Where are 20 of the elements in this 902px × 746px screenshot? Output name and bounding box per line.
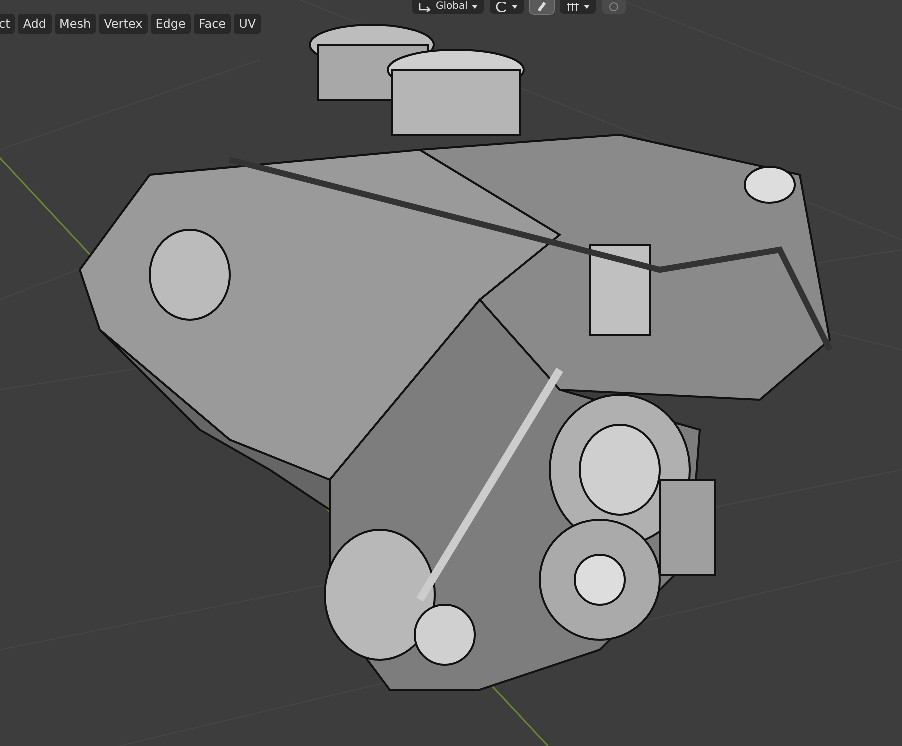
circle-icon [608,2,620,12]
caret-icon [472,5,478,9]
menu-button[interactable]: Mesh [54,14,96,34]
orientation-dropdown[interactable]: Global [412,0,484,14]
proportional-edit-toggle[interactable] [602,0,626,14]
menu-button[interactable]: UV [234,14,262,34]
grid-icon [566,2,580,12]
snap-target-dropdown[interactable] [560,0,596,14]
snap-toggle[interactable] [530,0,554,14]
transform-orientation-icon [418,2,432,12]
menu-button[interactable]: Face [194,14,232,34]
pivot-dropdown[interactable] [490,0,524,14]
caret-icon [512,5,518,9]
menu-button[interactable]: Vertex [99,14,148,34]
pivot-icon [496,2,508,12]
menu-button[interactable]: Add [18,14,52,34]
caret-icon [584,5,590,9]
menu-button[interactable]: ct [0,14,16,34]
magnet-icon [536,2,548,12]
menu-button[interactable]: Edge [150,14,191,34]
